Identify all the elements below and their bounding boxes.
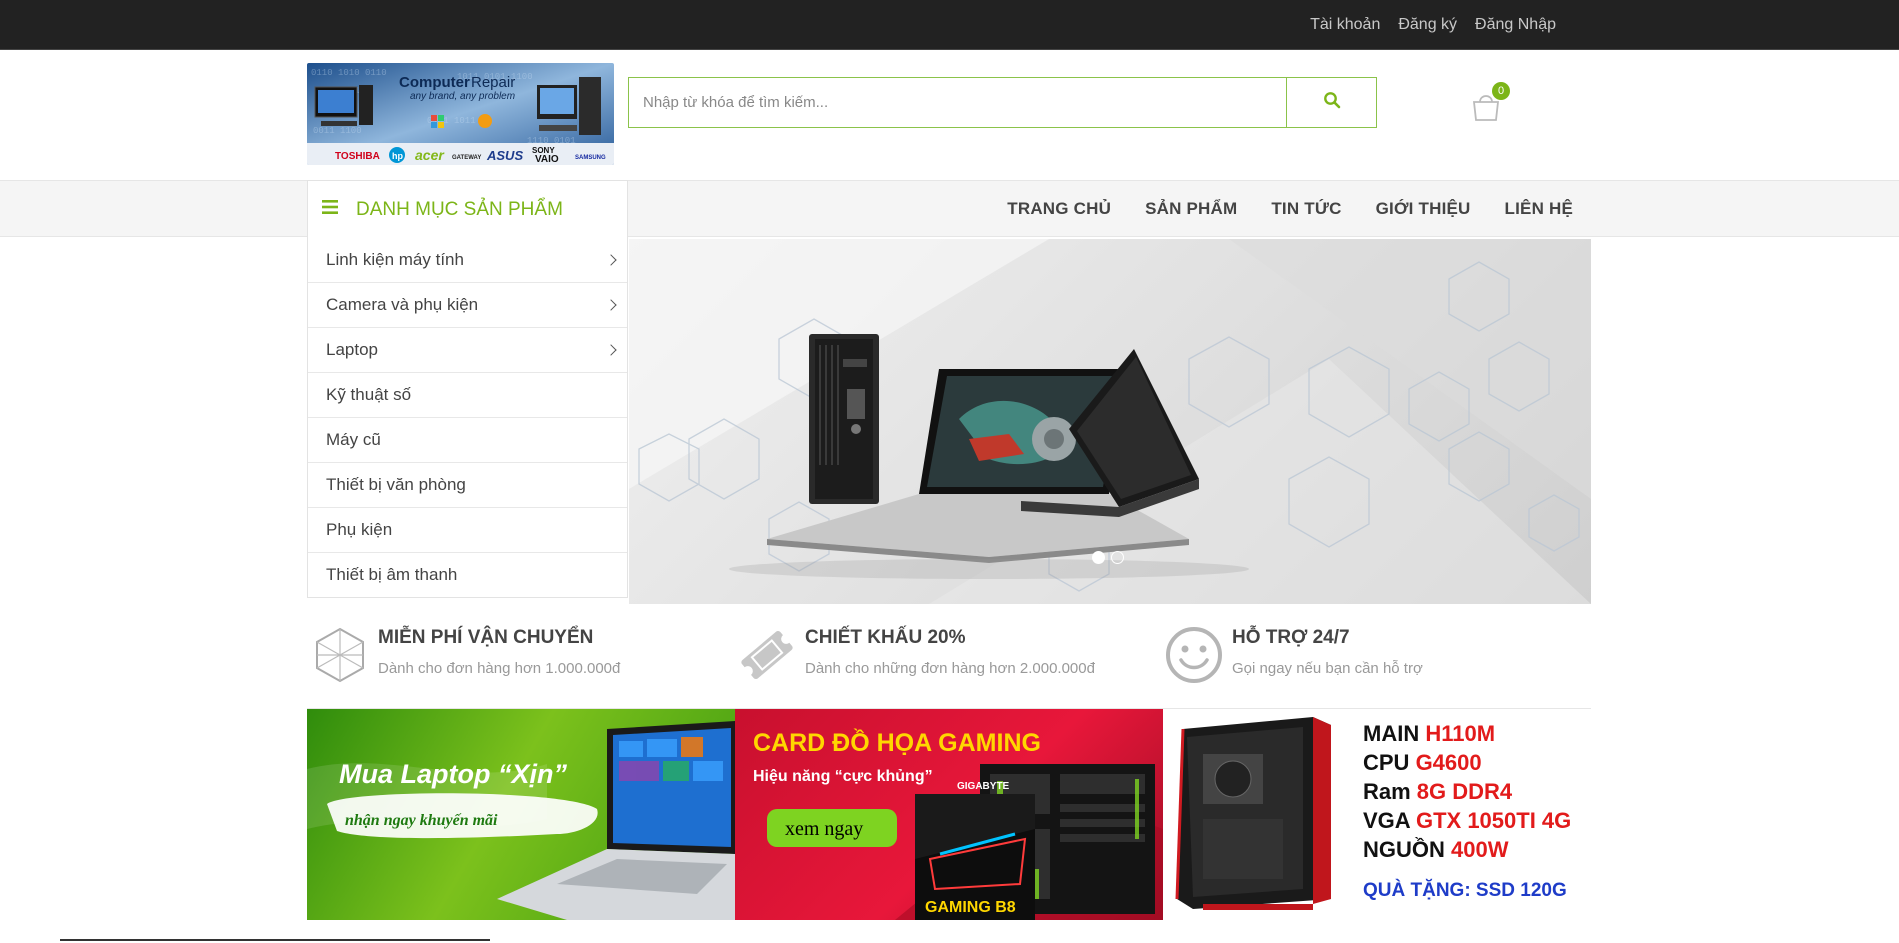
nav-news[interactable]: TIN TỨC [1271,199,1341,219]
logo-title: Computer [399,74,470,91]
slider-dot[interactable] [1092,551,1105,564]
slider-dot[interactable] [1111,551,1124,564]
banner-pc-build[interactable]: MAIN H110M CPU G4600 Ram 8G DDR4 VGA GTX… [1163,709,1591,920]
feature-subtitle: Dành cho những đơn hàng hơn 2.000.000đ [805,660,1095,677]
svg-text:Ram 8G DDR4: Ram 8G DDR4 [1363,779,1513,804]
header: 0110 1010 01101011 0101 1100 1101 001101… [0,50,1899,180]
feature-subtitle: Gọi ngay nếu bạn cần hỗ trợ [1232,660,1423,677]
hero-slider[interactable] [629,239,1591,604]
banner-laptop-cta: nhận ngay khuyến mãi [345,812,498,829]
banner-gpu-brand: GIGABYTE [957,781,1010,792]
category-item[interactable]: Camera và phụ kiện [308,282,627,327]
nav-about[interactable]: GIỚI THIỆU [1376,199,1471,219]
svg-text:VAIO: VAIO [535,154,559,165]
chevron-right-icon [605,299,617,311]
banner-laptop-headline: Mua Laptop “Xịn” [339,759,567,789]
spec-key: Ram [1363,779,1417,804]
svg-text:NGUỒN 400W: NGUỒN 400W [1363,837,1509,862]
logo-tagline: any brand, any problem [410,91,515,102]
account-link[interactable]: Tài khoản [1310,16,1380,34]
banner-gpu-box-text: GAMING B8 [925,899,1016,916]
site-logo[interactable]: 0110 1010 01101011 0101 1100 1101 001101… [307,63,614,165]
search-bar [628,77,1377,128]
spec-key: VGA [1363,808,1416,833]
category-item[interactable]: Thiết bị văn phòng [308,462,627,507]
banner-laptop-promo[interactable]: Mua Laptop “Xịn” nhận ngay khuyến mãi [307,709,735,920]
search-icon [1323,91,1341,114]
main-nav: DANH MỤC SẢN PHẨM TRANG CHỦ SẢN PHẨM TIN… [0,180,1899,238]
svg-text:acer: acer [415,147,445,163]
shopping-bag-icon [1470,95,1502,126]
spec-value: 8G DDR4 [1417,779,1513,804]
category-item[interactable]: Laptop [308,327,627,372]
banner-gpu-subtitle: Hiệu năng “cực khủng” [753,768,933,785]
register-link[interactable]: Đăng ký [1398,16,1457,34]
svg-text:ASUS: ASUS [486,148,523,163]
spec-key: NGUỒN [1363,837,1451,862]
nav-products[interactable]: SẢN PHẨM [1145,199,1237,219]
promo-banners: Mua Laptop “Xịn” nhận ngay khuyến mãi CA… [307,709,1591,920]
svg-text:VGA GTX 1050TI 4G: VGA GTX 1050TI 4G [1363,808,1571,833]
feature-subtitle: Dành cho đơn hàng hơn 1.000.000đ [378,660,621,677]
shipping-diamond-icon [311,626,369,684]
category-label: Kỹ thuật số [326,385,412,404]
svg-text:Repair: Repair [471,74,515,91]
svg-text:0110 1010 0110: 0110 1010 0110 [311,68,387,78]
page-bottom-edge [0,937,1899,943]
top-bar: Tài khoản Đăng ký Đăng Nhập [0,0,1899,50]
banner-gpu-cta: xem ngay [785,818,863,840]
category-item[interactable]: Phụ kiện [308,507,627,552]
svg-text:0011 1100: 0011 1100 [313,126,362,136]
svg-text:CPU G4600: CPU G4600 [1363,750,1482,775]
category-item[interactable]: Máy cũ [308,417,627,462]
login-link[interactable]: Đăng Nhập [1475,16,1556,34]
search-button[interactable] [1286,78,1376,127]
spec-value: GTX 1050TI 4G [1416,808,1571,833]
category-label: Laptop [326,340,378,359]
svg-text:SAMSUNG: SAMSUNG [575,155,606,161]
category-item[interactable]: Thiết bị âm thanh [308,552,627,597]
nav-contact[interactable]: LIÊN HỆ [1505,199,1573,219]
hamburger-icon [322,200,338,219]
smile-icon [1165,626,1223,684]
chevron-right-icon [605,344,617,356]
category-label: Máy cũ [326,430,381,449]
category-menu-toggle[interactable]: DANH MỤC SẢN PHẨM [307,180,628,238]
category-item[interactable]: Linh kiện máy tính [308,237,627,282]
feature-title: CHIẾT KHẤU 20% [805,627,966,648]
search-input[interactable] [629,78,1286,127]
nav-home[interactable]: TRANG CHỦ [1007,199,1111,219]
ticket-icon [738,626,796,684]
category-menu-label: DANH MỤC SẢN PHẨM [356,198,563,220]
cart-count-badge: 0 [1492,82,1510,100]
spec-value: 400W [1451,837,1509,862]
feature-title: HỖ TRỢ 24/7 [1232,627,1350,648]
spec-value: G4600 [1416,750,1482,775]
category-item[interactable]: Kỹ thuật số [308,372,627,417]
account-links: Tài khoản Đăng ký Đăng Nhập [1310,0,1556,50]
service-features: MIỄN PHÍ VẬN CHUYỂN Dành cho đơn hàng hơ… [307,610,1591,709]
svg-text:MAIN H110M: MAIN H110M [1363,721,1495,746]
svg-text:TOSHIBA: TOSHIBA [335,151,380,162]
category-list: Linh kiện máy tính Camera và phụ kiện La… [307,237,628,598]
category-label: Camera và phụ kiện [326,295,479,314]
cart-button[interactable]: 0 [1470,82,1510,126]
category-label: Phụ kiện [326,520,393,539]
category-label: Thiết bị văn phòng [326,475,466,494]
svg-text:GATEWAY: GATEWAY [452,155,481,161]
slider-pagination [1092,551,1124,564]
banner-gpu-headline: CARD ĐỒ HỌA GAMING [753,727,1041,757]
svg-text:hp: hp [392,151,403,161]
banner-gaming-card[interactable]: CARD ĐỒ HỌA GAMING Hiệu năng “cực khủng”… [735,709,1163,920]
spec-key: CPU [1363,750,1416,775]
category-label: Linh kiện máy tính [326,249,464,269]
chevron-right-icon [605,253,617,266]
category-label: Thiết bị âm thanh [326,565,458,584]
spec-value: H110M [1425,721,1495,746]
banner-pc-gift: QUÀ TẶNG: SSD 120G [1363,879,1567,901]
slide-image [629,239,1591,604]
primary-menu: TRANG CHỦ SẢN PHẨM TIN TỨC GIỚI THIỆU LI… [1007,181,1573,236]
spec-key: MAIN [1363,721,1425,746]
feature-title: MIỄN PHÍ VẬN CHUYỂN [378,627,594,648]
